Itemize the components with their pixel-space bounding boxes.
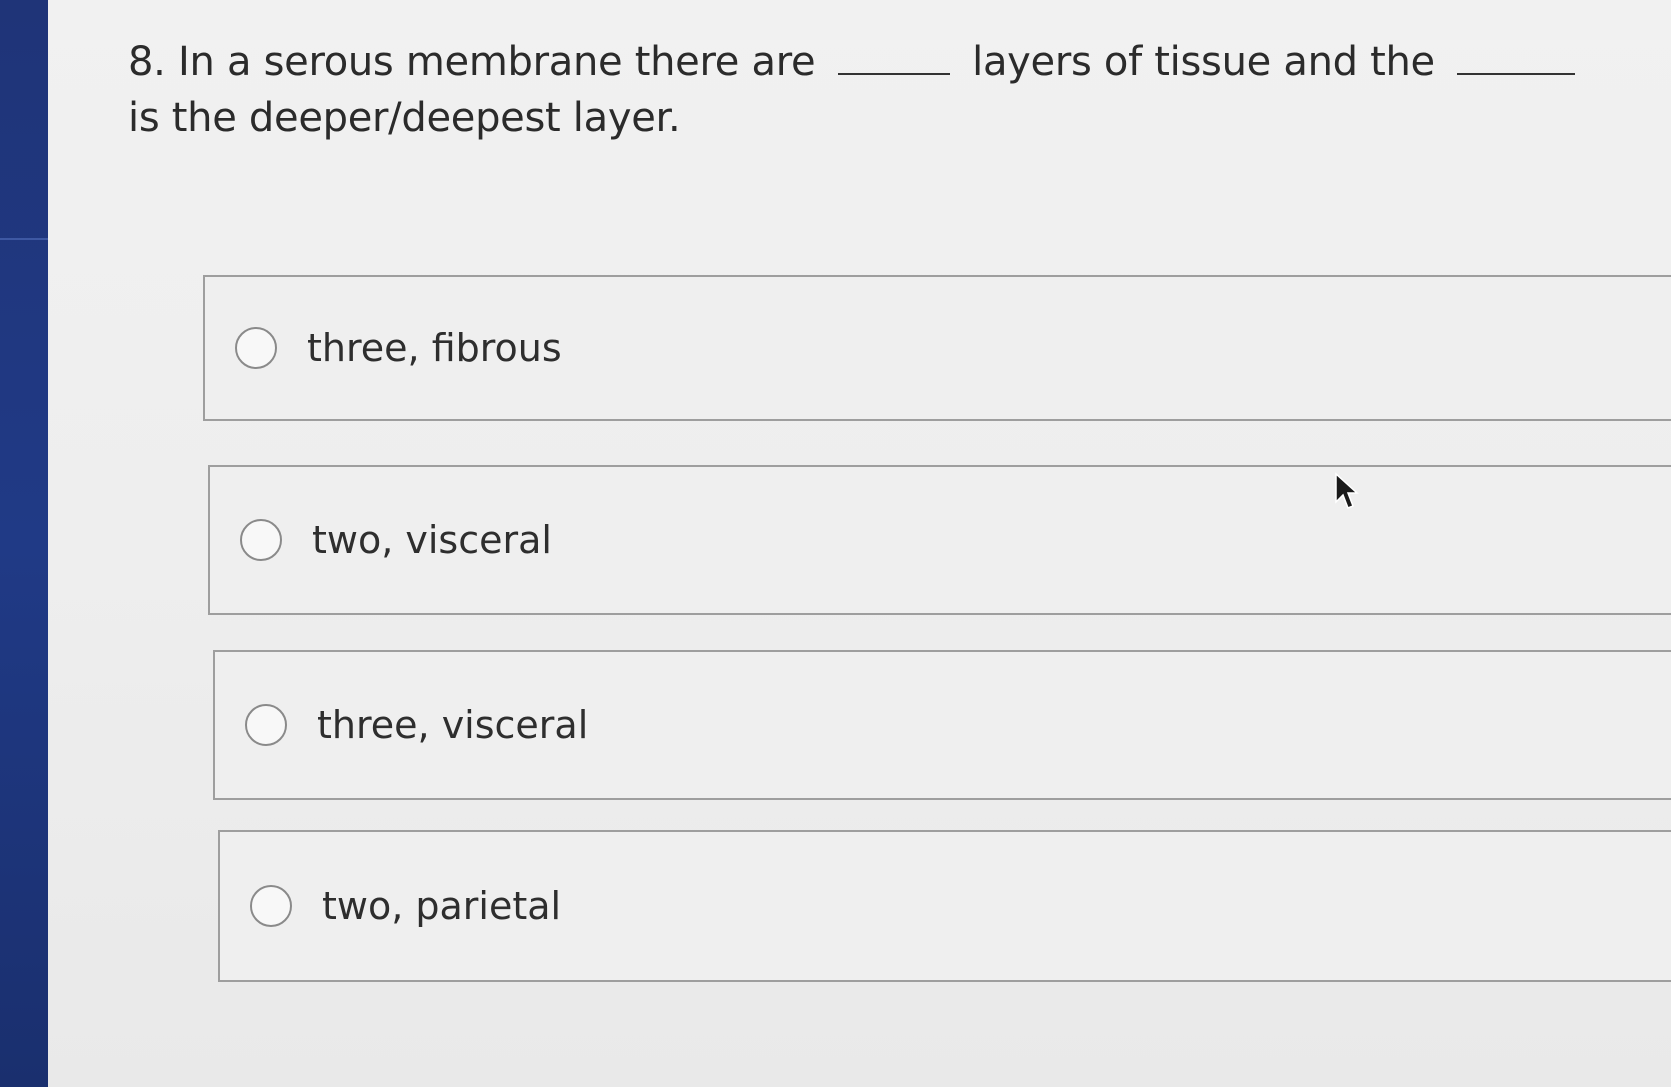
option-label: two, parietal (322, 884, 562, 928)
quiz-page: 8. In a serous membrane there are layers… (48, 0, 1671, 1087)
question-number: 8. (128, 39, 166, 85)
question-text-part3: is the deeper/deepest layer. (128, 95, 681, 141)
blank-2 (1457, 37, 1576, 75)
option-two-visceral[interactable]: two, visceral (208, 465, 1671, 615)
option-three-visceral[interactable]: three, visceral (213, 650, 1671, 800)
question-text-part1: In a serous membrane there are (178, 39, 816, 85)
option-two-parietal[interactable]: two, parietal (218, 830, 1671, 982)
radio-button-icon[interactable] (245, 704, 287, 746)
question-text-part2: layers of tissue and the (972, 39, 1435, 85)
left-sidebar (0, 0, 48, 1087)
option-label: three, fibrous (307, 326, 562, 370)
radio-button-icon[interactable] (235, 327, 277, 369)
mouse-pointer-icon (1335, 472, 1359, 509)
radio-button-icon[interactable] (240, 519, 282, 561)
blank-1 (837, 37, 950, 75)
radio-button-icon[interactable] (250, 885, 292, 927)
option-three-fibrous[interactable]: three, fibrous (203, 275, 1671, 421)
question-text: 8. In a serous membrane there are layers… (128, 34, 1628, 146)
sidebar-divider (0, 238, 48, 240)
option-label: three, visceral (317, 703, 589, 747)
option-label: two, visceral (312, 518, 552, 562)
